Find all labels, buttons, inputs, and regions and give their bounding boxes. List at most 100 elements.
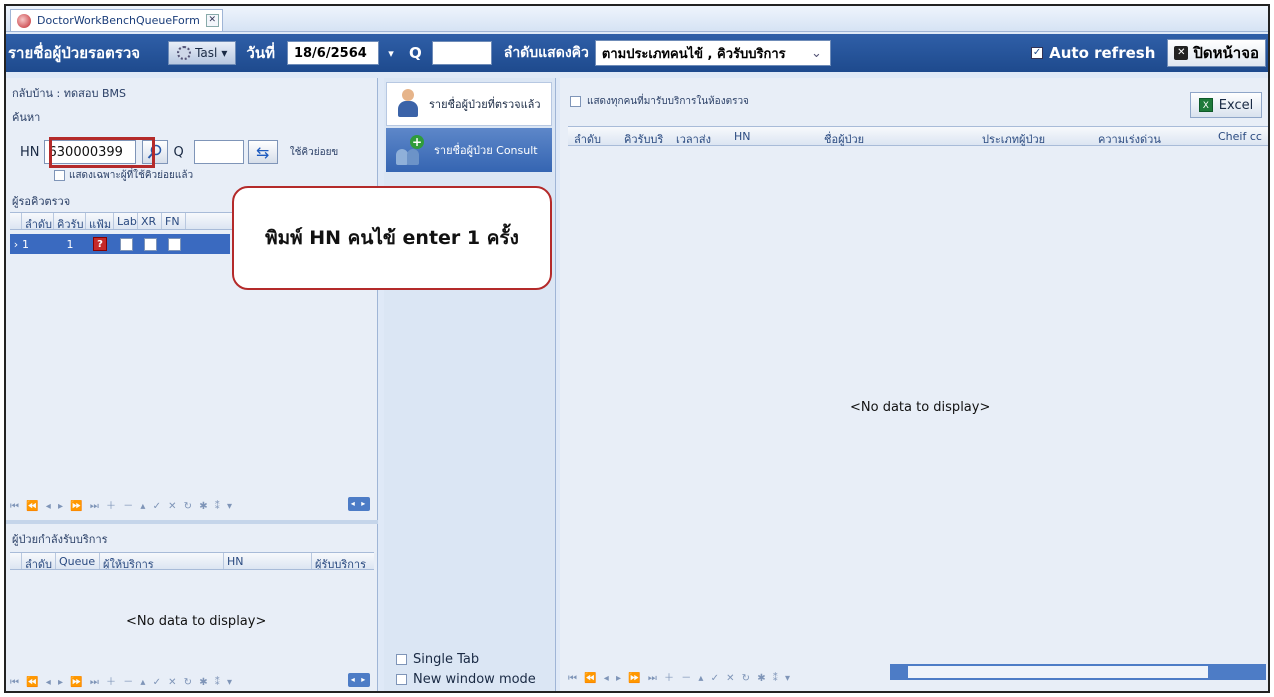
- scrollbar-thumb[interactable]: [908, 666, 1208, 678]
- serving-section-label: ผู้ป่วยกำลังรับบริการ: [12, 533, 108, 546]
- tab-consult-patients[interactable]: + รายชื่อผู้ป่วย Consult: [386, 128, 552, 172]
- show-all-checkbox[interactable]: แสดงทุกคนที่มารับบริการในห้องตรวจ: [570, 94, 749, 109]
- main-toolbar: รายชื่อผู้ป่วยรอตรวจ Tasl ▾ วันที่ 18/6/…: [6, 34, 1268, 72]
- hn-label: HN: [20, 144, 40, 160]
- col-queue[interactable]: คิวรับบริ: [624, 130, 663, 148]
- close-screen-label: ปิดหน้าจอ: [1193, 44, 1259, 62]
- col-recipient[interactable]: ผู้รับบริการ: [312, 553, 374, 569]
- waiting-navigator[interactable]: ⏮ ⏪ ◂ ▸ ⏩ ⏭ ＋ － ▴ ✓ ✕ ↻ ✱ ⁑ ▾ ◂ ▸: [10, 494, 374, 514]
- col-xr[interactable]: XR: [138, 213, 162, 229]
- col-provider[interactable]: ผู้ให้บริการ: [100, 553, 224, 569]
- tab-doctor-workbench[interactable]: DoctorWorkBenchQueueForm ✕: [10, 9, 223, 31]
- lab-checkbox[interactable]: [119, 237, 133, 251]
- row-indicator-header: [10, 213, 22, 229]
- close-icon: ✕: [1174, 46, 1189, 60]
- only-subqueue-checkbox[interactable]: แสดงเฉพาะผู้ที่ใช้คิวย่อยแล้ว: [54, 168, 193, 183]
- col-lab[interactable]: Lab: [114, 213, 138, 229]
- col-sent-time[interactable]: เวลาส่ง: [676, 130, 711, 148]
- consult-grid-panel: แสดงทุกคนที่มารับบริการในห้องตรวจ X Exce…: [560, 78, 1268, 691]
- row-pointer-icon: ›: [13, 237, 19, 251]
- q-label: Q: [408, 44, 422, 62]
- checkbox-icon: [54, 170, 65, 181]
- checkbox-checked-icon: ✓: [1031, 47, 1044, 59]
- col-urgency[interactable]: ความเร่งด่วน: [1098, 130, 1161, 148]
- col-patient-type[interactable]: ประเภทผู้ป่วย: [982, 130, 1045, 148]
- gear-icon: [177, 46, 192, 60]
- single-tab-checkbox[interactable]: Single Tab: [396, 652, 479, 667]
- date-dropdown-icon[interactable]: ▾: [383, 41, 399, 65]
- auto-refresh-label: Auto refresh: [1049, 44, 1156, 62]
- consult-no-data: <No data to display>: [850, 400, 991, 415]
- checkbox-icon: [396, 654, 407, 665]
- row-file-cell: ?: [86, 237, 114, 251]
- task-label: Tasl: [195, 46, 218, 60]
- horizontal-splitter[interactable]: [6, 520, 378, 524]
- col-file[interactable]: แฟ้ม: [86, 213, 114, 229]
- serving-grid-header: ลำดับ Queue ผู้ให้บริการ HN ผู้รับบริการ: [10, 552, 374, 570]
- auto-refresh-checkbox[interactable]: ✓ Auto refresh: [1031, 44, 1155, 62]
- only-subqueue-label: แสดงเฉพาะผู้ที่ใช้คิวย่อยแล้ว: [69, 170, 194, 181]
- tab-consult-label: รายชื่อผู้ป่วย Consult: [434, 144, 538, 157]
- col-chief-complaint[interactable]: Cheif cc: [1218, 130, 1268, 143]
- excel-icon: X: [1198, 98, 1213, 112]
- row-order: 1: [22, 237, 29, 251]
- new-window-label: New window mode: [413, 672, 536, 687]
- chevron-down-icon: ▾: [221, 46, 228, 60]
- tab-strip: DoctorWorkBenchQueueForm ✕: [6, 6, 1268, 32]
- col-queue[interactable]: Queue: [56, 553, 100, 569]
- tab-examined-patients[interactable]: รายชื่อผู้ป่วยที่ตรวจแล้ว: [386, 82, 552, 126]
- instruction-callout: พิมพ์ HN คนไข้ enter 1 ครั้ง: [232, 186, 552, 290]
- checkbox-icon: [570, 96, 581, 107]
- chevron-down-icon: ⌄: [810, 45, 822, 61]
- unknown-file-icon[interactable]: ?: [93, 237, 107, 251]
- home-label: กลับบ้าน : ทดสอบ BMS: [12, 87, 126, 100]
- app-icon: [17, 14, 31, 28]
- task-button[interactable]: Tasl ▾: [168, 41, 237, 65]
- xr-checkbox[interactable]: [143, 237, 157, 251]
- col-queue[interactable]: คิวรับ: [54, 213, 86, 229]
- hn-highlight-box: [49, 137, 155, 168]
- col-hn[interactable]: HN: [224, 553, 312, 569]
- q-small-input[interactable]: [193, 140, 244, 164]
- col-hn[interactable]: HN: [734, 130, 751, 143]
- tab-navigation-panel: รายชื่อผู้ป่วยที่ตรวจแล้ว + รายชื่อผู้ป่…: [384, 78, 556, 691]
- app-window: DoctorWorkBenchQueueForm ✕ รายชื่อผู้ป่ว…: [4, 4, 1270, 693]
- horizontal-scrollbar[interactable]: [890, 664, 1266, 680]
- checkbox-icon: [396, 674, 407, 685]
- serving-no-data: <No data to display>: [126, 614, 267, 629]
- refresh-button[interactable]: ⇆: [247, 140, 278, 164]
- col-order[interactable]: ลำดับ: [22, 213, 54, 229]
- excel-label: Excel: [1218, 97, 1254, 113]
- page-title: รายชื่อผู้ป่วยรอตรวจ: [8, 44, 141, 62]
- queue-order-select[interactable]: ตามประเภทคนไข้ , คิวรับบริการ ⌄: [594, 40, 831, 66]
- close-tab-icon[interactable]: ✕: [205, 14, 219, 27]
- consult-navigator[interactable]: ⏮ ⏪ ◂ ▸ ⏩ ⏭ ＋ － ▴ ✓ ✕ ↻ ✱ ⁑ ▾: [568, 666, 888, 686]
- col-order[interactable]: ลำดับ: [574, 130, 601, 148]
- date-input[interactable]: 18/6/2564: [286, 41, 379, 65]
- serving-navigator[interactable]: ⏮ ⏪ ◂ ▸ ⏩ ⏭ ＋ － ▴ ✓ ✕ ↻ ✱ ⁑ ▾ ◂ ▸: [10, 670, 374, 690]
- col-fn[interactable]: FN: [162, 213, 186, 229]
- left-panel: กลับบ้าน : ทดสอบ BMS ค้นหา HN 630000399 …: [6, 78, 378, 691]
- table-row[interactable]: › 1 1 ?: [10, 234, 230, 254]
- date-label: วันที่: [246, 44, 275, 62]
- fn-checkbox[interactable]: [167, 237, 181, 251]
- export-excel-button[interactable]: X Excel: [1190, 92, 1262, 118]
- q-input[interactable]: [431, 41, 492, 65]
- show-all-label: แสดงทุกคนที่มารับบริการในห้องตรวจ: [587, 96, 749, 107]
- scroll-arrows-icon[interactable]: ◂ ▸: [348, 673, 370, 687]
- close-screen-button[interactable]: ✕ ปิดหน้าจอ: [1167, 39, 1266, 67]
- row-fn-cell: [162, 237, 186, 251]
- scroll-arrows-icon[interactable]: ◂ ▸: [348, 497, 370, 511]
- col-order[interactable]: ลำดับ: [22, 553, 56, 569]
- use-subqueue-label: ใช้คิวย่อยข: [289, 146, 339, 158]
- consult-grid-header: ลำดับ คิวรับบริ เวลาส่ง HN ชื่อผู้ป่วย ป…: [568, 126, 1268, 146]
- person-icon: [395, 89, 421, 119]
- q-small-label: Q: [173, 144, 184, 160]
- new-window-checkbox[interactable]: New window mode: [396, 672, 536, 687]
- col-patient-name[interactable]: ชื่อผู้ป่วย: [824, 130, 864, 148]
- row-queue: 1: [66, 237, 74, 251]
- add-people-icon: +: [394, 135, 426, 165]
- row-lab-cell: [114, 237, 138, 251]
- tab-examined-label: รายชื่อผู้ป่วยที่ตรวจแล้ว: [429, 98, 541, 111]
- search-section-label: ค้นหา: [12, 111, 41, 124]
